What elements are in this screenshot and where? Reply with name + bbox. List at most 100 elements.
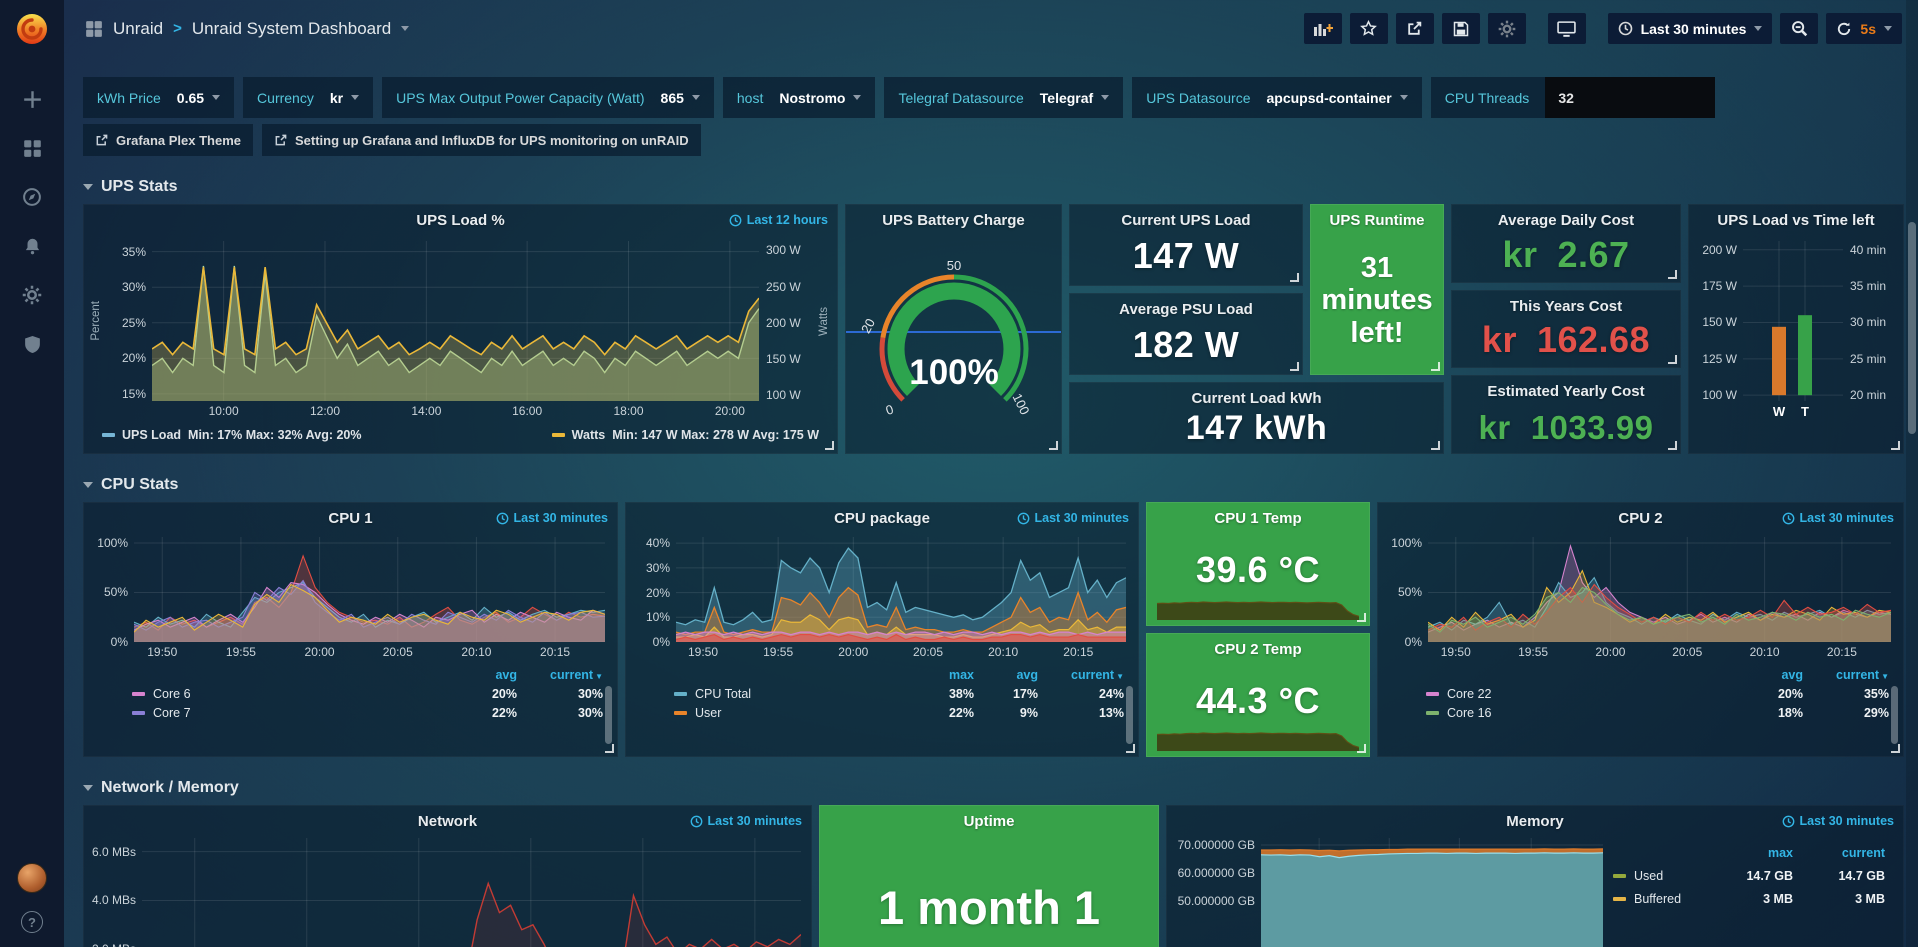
x-axis-ticks: 19:5019:5520:0020:0520:1020:15 (676, 642, 1126, 662)
section-cpu-stats[interactable]: CPU Stats (83, 476, 1904, 494)
panel-ups-load-graph: UPS Load % Last 12 hours Percent 35%30%2… (83, 204, 838, 454)
y-axis-ticks: 100%50%0% (1382, 537, 1428, 642)
breadcrumb-dashboard-title[interactable]: Unraid System Dashboard (192, 19, 391, 39)
cpu-threads-input[interactable] (1545, 77, 1715, 118)
panel-ups-runtime: UPS Runtime 31 minutes left! (1310, 204, 1444, 375)
panel-average-daily-cost: Average Daily Cost kr2.67 (1451, 204, 1681, 283)
legend-ups-load[interactable]: UPS Load Min: 17% Max: 32% Avg: 20% (102, 428, 361, 442)
create-plus-icon[interactable] (21, 88, 43, 110)
configuration-gear-icon[interactable] (21, 284, 43, 306)
stat-value: 31 minutes left! (1311, 205, 1443, 374)
zoom-out-button[interactable] (1780, 13, 1818, 44)
time-range-caret-icon (1754, 26, 1762, 31)
y-axis-ticks-left: 200 W175 W150 W125 W100 W (1691, 241, 1743, 401)
dashboard-links-row: Grafana Plex Theme Setting up Grafana an… (83, 124, 1904, 156)
time-range-picker[interactable]: Last 30 minutes (1608, 13, 1773, 44)
y-axis-label-right: Watts (815, 241, 833, 401)
breadcrumb-app[interactable]: Unraid (113, 19, 163, 39)
panel-time-range[interactable]: Last 30 minutes (1782, 814, 1894, 828)
gauge-value: 100% (909, 353, 999, 392)
grafana-logo-icon[interactable] (13, 10, 51, 48)
scrollbar-thumb[interactable] (1908, 222, 1916, 434)
graph-legend-table: maxavgcurrent CPU Total 38%17%24% User 2… (674, 668, 1124, 720)
cpu2-plot[interactable] (1428, 537, 1891, 642)
dashboard-dropdown-caret-icon[interactable] (401, 26, 409, 31)
panel-time-range[interactable]: Last 30 minutes (690, 814, 802, 828)
variable-host[interactable]: host Nostromo (723, 77, 876, 118)
panel-average-psu-load: Average PSU Load 182 W (1069, 293, 1303, 375)
stat-value: 147 W (1133, 235, 1240, 277)
stat-value: 147 kWh (1186, 409, 1327, 448)
legend-row[interactable]: User (674, 706, 908, 720)
refresh-picker[interactable]: 5s (1826, 13, 1902, 44)
panel-ups-load-vs-time: UPS Load vs Time left 200 W175 W150 W125… (1688, 204, 1904, 454)
link-grafana-plex-theme[interactable]: Grafana Plex Theme (83, 124, 253, 156)
legend-row[interactable]: Used (1613, 869, 1701, 883)
stat-value: kr2.67 (1502, 234, 1629, 276)
y-axis-ticks: 6.0 MBs4.0 MBs2.0 MBs (84, 838, 142, 947)
help-icon[interactable]: ? (21, 911, 43, 933)
variable-ups-max-output[interactable]: UPS Max Output Power Capacity (Watt) 865 (382, 77, 714, 118)
panel-time-range[interactable]: Last 30 minutes (1017, 511, 1129, 525)
temp-sparkline (1157, 590, 1359, 620)
legend-scrollbar[interactable] (1126, 686, 1133, 744)
panel-time-range[interactable]: Last 30 minutes (496, 511, 608, 525)
cpu1-plot[interactable] (134, 537, 605, 642)
breadcrumb-separator: > (173, 20, 182, 37)
user-avatar[interactable] (17, 863, 47, 893)
memory-plot[interactable] (1261, 838, 1603, 947)
variable-kwh-price[interactable]: kWh Price 0.65 (83, 77, 234, 118)
chevron-down-icon (1400, 95, 1408, 100)
refresh-icon (1836, 21, 1852, 37)
legend-row[interactable]: Core 22 (1426, 687, 1739, 701)
variable-ups-datasource[interactable]: UPS Datasource apcupsd-container (1132, 77, 1422, 118)
legend-row[interactable]: Core 16 (1426, 706, 1739, 720)
temp-sparkline (1157, 721, 1359, 751)
legend-row[interactable]: Buffered (1613, 892, 1701, 906)
star-button[interactable] (1350, 13, 1388, 44)
panel-title[interactable]: UPS Load % (84, 212, 837, 229)
add-panel-button[interactable] (1304, 13, 1342, 44)
admin-shield-icon[interactable] (21, 333, 43, 355)
ups-load-plot[interactable] (152, 241, 759, 401)
legend-row[interactable]: Core 7 (132, 706, 453, 720)
legend-row[interactable]: CPU Total (674, 687, 908, 701)
section-ups-stats[interactable]: UPS Stats (83, 178, 1904, 196)
cycle-view-tv-button[interactable] (1548, 13, 1586, 44)
panel-ups-battery-gauge: UPS Battery Charge 50 20 0 100 100% (845, 204, 1062, 454)
graph-legend: UPS Load Min: 17% Max: 32% Avg: 20% Watt… (88, 421, 833, 447)
series-marker (552, 433, 565, 437)
y-axis-ticks: 70.000000 GB60.000000 GB50.000000 GB (1167, 838, 1261, 947)
variable-currency[interactable]: Currency kr (243, 77, 373, 118)
legend-scrollbar[interactable] (1891, 686, 1898, 744)
chevron-down-icon (212, 95, 220, 100)
panel-time-range[interactable]: Last 12 hours (729, 213, 828, 227)
chevron-down-icon (351, 95, 359, 100)
panel-current-load-kwh: Current Load kWh 147 kWh (1069, 382, 1444, 454)
legend-row[interactable]: Core 6 (132, 687, 453, 701)
save-button[interactable] (1442, 13, 1480, 44)
refresh-caret-icon (1884, 26, 1892, 31)
top-navbar: Unraid > Unraid System Dashboard (83, 0, 1904, 57)
dashboards-icon[interactable] (21, 137, 43, 159)
x-axis-ticks: 10:0012:0014:0016:0018:0020:00 (152, 401, 759, 421)
section-network-memory[interactable]: Network / Memory (83, 779, 1904, 797)
explore-compass-icon[interactable] (21, 186, 43, 208)
panel-title[interactable]: UPS Battery Charge (846, 212, 1061, 229)
alerting-bell-icon[interactable] (21, 235, 43, 257)
bar-plot[interactable] (1743, 241, 1843, 401)
cpu-package-plot[interactable] (676, 537, 1126, 642)
y-axis-label-left: Percent (88, 241, 104, 401)
legend-scrollbar[interactable] (605, 686, 612, 744)
variable-telegraf-datasource[interactable]: Telegraf Datasource Telegraf (884, 77, 1123, 118)
dashboard-settings-button[interactable] (1488, 13, 1526, 44)
dashboard-grid-icon (85, 20, 103, 38)
panel-time-range[interactable]: Last 30 minutes (1782, 511, 1894, 525)
link-ups-monitoring-guide[interactable]: Setting up Grafana and InfluxDB for UPS … (262, 124, 701, 156)
network-plot[interactable] (142, 838, 801, 947)
svg-text:100: 100 (1009, 391, 1032, 417)
share-button[interactable] (1396, 13, 1434, 44)
page-scrollbar[interactable] (1906, 0, 1918, 947)
legend-watts[interactable]: Watts Min: 147 W Max: 278 W Avg: 175 W (552, 428, 819, 442)
stat-value: 39.6 °C (1196, 549, 1320, 591)
